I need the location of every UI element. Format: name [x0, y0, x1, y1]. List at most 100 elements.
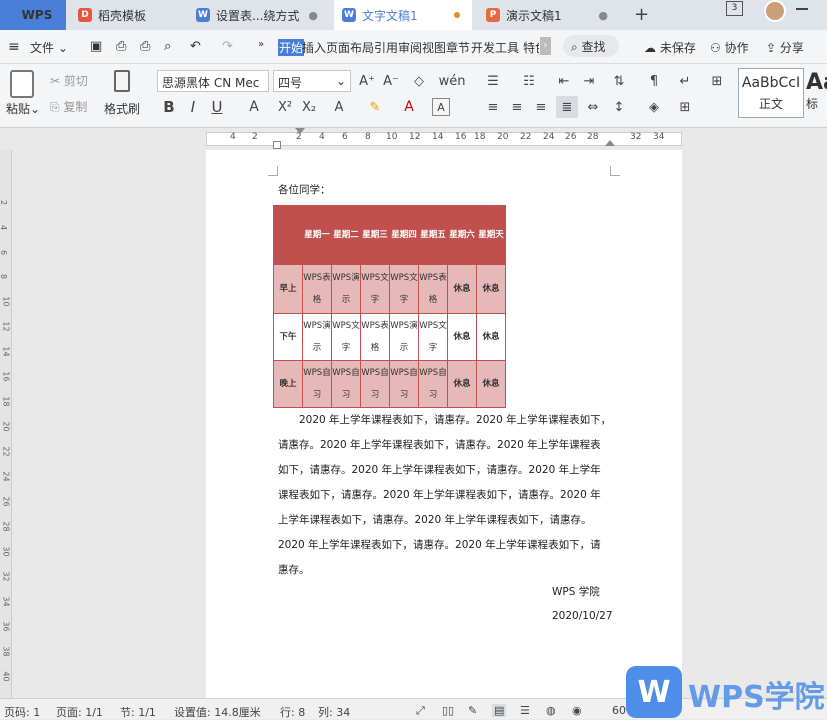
web-view-icon[interactable]: ◍ — [546, 704, 556, 717]
style-normal[interactable]: AaBbCcI 正文 — [738, 68, 804, 118]
menu-developer[interactable]: 开发工具 — [471, 39, 519, 56]
table-cell[interactable]: WPS表格 — [302, 264, 332, 314]
clear-format-icon[interactable]: ◇ — [410, 72, 428, 90]
align-right-icon[interactable]: ≡ — [532, 98, 550, 116]
font-grow-icon[interactable]: A⁺ — [358, 72, 376, 90]
table-header-cell[interactable] — [273, 205, 303, 265]
more-chevron-icon[interactable]: » — [258, 39, 264, 50]
greeting[interactable]: 各位同学： — [278, 178, 618, 203]
hamburger-icon[interactable]: ≡ — [8, 39, 20, 55]
table-header-cell[interactable]: 星期一 — [302, 205, 332, 265]
tab-close-icon[interactable]: ● — [308, 9, 318, 22]
table-header-cell[interactable]: 星期天 — [476, 205, 506, 265]
table-cell[interactable]: WPS文字 — [418, 313, 448, 361]
align-left-icon[interactable]: ≡ — [484, 98, 502, 116]
table-cell[interactable]: WPS自习 — [418, 360, 448, 408]
underline-icon[interactable]: U — [208, 98, 226, 116]
char-border-icon[interactable]: A — [432, 98, 450, 116]
print-icon[interactable]: ⎙ — [140, 39, 150, 54]
read-mode-icon[interactable]: ▯▯ — [442, 704, 454, 717]
new-tab-button[interactable]: + — [634, 4, 649, 25]
preview-icon[interactable]: ⌕ — [164, 39, 171, 54]
superscript-icon[interactable]: X² — [276, 98, 294, 116]
align-center-icon[interactable]: ≡ — [508, 98, 526, 116]
write-mode-icon[interactable]: ✎ — [468, 704, 477, 717]
table-header-cell[interactable]: 星期六 — [447, 205, 477, 265]
italic-icon[interactable]: I — [184, 98, 202, 116]
shading-icon[interactable]: ◈ — [645, 98, 663, 116]
tab-presentation[interactable]: P 演示文稿1 ● — [478, 0, 618, 30]
status-page-code[interactable]: 页码: 1 — [4, 704, 40, 720]
line-spacing-icon[interactable]: ↕ — [610, 98, 628, 116]
highlight-icon[interactable]: ✎ — [366, 98, 384, 116]
table-cell[interactable]: WPS自习 — [360, 360, 390, 408]
status-section[interactable]: 节: 1/1 — [120, 704, 156, 720]
window-count-badge[interactable]: 3 — [726, 1, 743, 16]
distributed-icon[interactable]: ⇔ — [584, 98, 602, 116]
search-button[interactable]: ⌕ 查找 — [563, 35, 619, 57]
subscript-icon[interactable]: X₂ — [300, 98, 318, 116]
grid-icon[interactable]: ⊞ — [708, 72, 726, 90]
table-row-label[interactable]: 晚上 — [273, 360, 303, 408]
outline-view-icon[interactable]: ☰ — [520, 704, 530, 717]
status-setting[interactable]: 设置值: 14.8厘米 — [174, 704, 261, 720]
table-cell[interactable]: WPS表格 — [360, 313, 390, 361]
copy-button[interactable]: ⎘ 复制 — [50, 98, 87, 115]
status-page[interactable]: 页面: 1/1 — [56, 704, 103, 720]
table-cell[interactable]: WPS表格 — [418, 264, 448, 314]
eye-protect-icon[interactable]: ◉ — [572, 704, 582, 717]
bold-icon[interactable]: B — [160, 98, 178, 116]
menu-view[interactable]: 视图 — [422, 39, 446, 56]
number-list-icon[interactable]: ☷ — [520, 72, 538, 90]
font-color-icon[interactable]: A — [400, 98, 418, 116]
schedule-table[interactable]: 星期一 星期二 星期三 星期四 星期五 星期六 星期天 早上 WPS表格 WPS… — [273, 205, 506, 408]
tab-close-icon[interactable]: ● — [598, 9, 608, 22]
avatar[interactable] — [764, 0, 786, 22]
horizontal-ruler[interactable]: 4 2 2 4 6 8 10 12 14 16 18 20 22 24 26 2… — [0, 128, 827, 150]
table-cell[interactable]: WPS演示 — [331, 264, 361, 314]
table-cell[interactable]: WPS文字 — [389, 264, 419, 314]
table-cell[interactable]: WPS演示 — [302, 313, 332, 361]
status-row[interactable]: 行: 8 — [280, 704, 305, 720]
font-size-select[interactable]: 四号 ⌄ — [273, 70, 351, 92]
table-header-cell[interactable]: 星期二 — [331, 205, 361, 265]
save-icon[interactable]: ▣ — [90, 39, 102, 54]
paste-icon[interactable] — [10, 70, 34, 98]
table-header-cell[interactable]: 星期四 — [389, 205, 419, 265]
collab-button[interactable]: ⚇ 协作 — [710, 39, 749, 56]
sort-icon[interactable]: ⇅ — [610, 72, 628, 90]
document-page[interactable]: 各位同学： 星期一 星期二 星期三 星期四 星期五 星期六 星期天 早上 WPS… — [206, 150, 682, 698]
first-indent-marker-icon[interactable] — [295, 128, 305, 134]
table-cell[interactable]: 休息 — [476, 360, 506, 408]
menu-special[interactable]: 特色 — [523, 39, 539, 56]
undo-icon[interactable]: ↶ — [190, 39, 201, 54]
signature-date[interactable]: 2020/10/27 — [552, 610, 613, 622]
table-cell[interactable]: WPS文字 — [360, 264, 390, 314]
cut-button[interactable]: ✂ 剪切 — [50, 72, 88, 89]
wps-home-tab[interactable]: WPS — [0, 0, 66, 30]
table-cell[interactable]: 休息 — [476, 313, 506, 361]
status-col[interactable]: 列: 34 — [318, 704, 350, 720]
minimize-icon[interactable] — [796, 8, 808, 10]
table-row-label[interactable]: 早上 — [273, 264, 303, 314]
table-cell[interactable]: 休息 — [447, 313, 477, 361]
fullscreen-icon[interactable]: ⤢ — [416, 704, 425, 718]
outdent-icon[interactable]: ⇤ — [555, 72, 573, 90]
table-header-cell[interactable]: 星期三 — [360, 205, 390, 265]
borders-icon[interactable]: ⊞ — [676, 98, 694, 116]
menu-insert[interactable]: 插入 — [302, 39, 326, 56]
tab-doc-active[interactable]: W 文字文稿1 — [334, 0, 472, 30]
left-indent-marker-icon[interactable] — [273, 141, 281, 149]
menu-references[interactable]: 引用 — [374, 39, 398, 56]
right-indent-marker-icon[interactable] — [605, 140, 615, 146]
style-heading[interactable]: Aa 标 — [806, 68, 827, 118]
tab-template[interactable]: D 稻壳模板 — [70, 0, 182, 30]
bullet-list-icon[interactable]: ☰ — [484, 72, 502, 90]
format-painter-icon[interactable] — [114, 70, 130, 92]
page-view-icon[interactable]: ▤ — [492, 704, 507, 717]
unsaved-button[interactable]: ☁ 未保存 — [644, 39, 696, 56]
show-marks-icon[interactable]: ¶ — [645, 72, 663, 90]
font-shrink-icon[interactable]: A⁻ — [382, 72, 400, 90]
table-cell[interactable]: WPS自习 — [302, 360, 332, 408]
font-name-select[interactable]: 思源黑体 CN Mec — [157, 70, 269, 92]
